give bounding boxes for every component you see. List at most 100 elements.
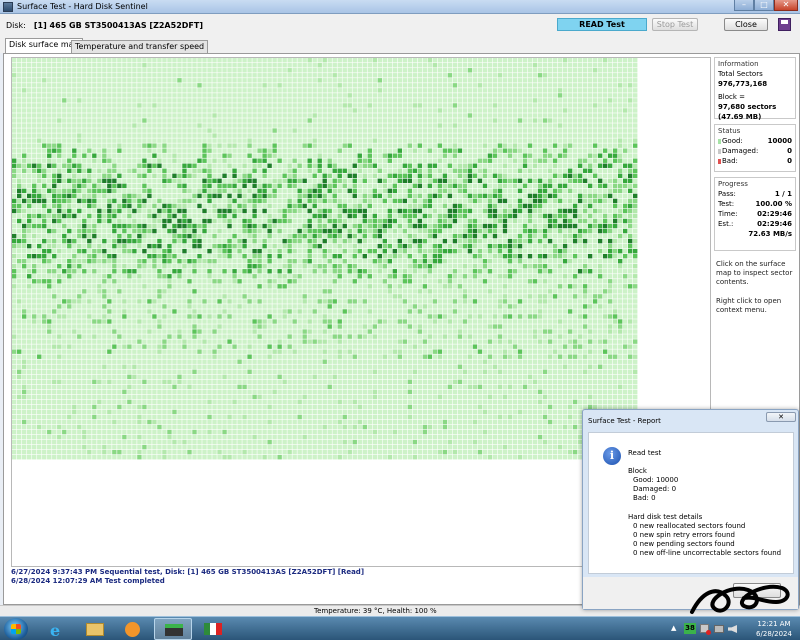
sector-block (382, 168, 387, 173)
sector-block (207, 193, 212, 199)
sector-block (407, 153, 413, 158)
sector-block (522, 183, 528, 189)
sector-block (517, 223, 523, 229)
surface-map-svg[interactable] (12, 58, 638, 460)
sector-block (32, 78, 37, 83)
save-icon[interactable] (778, 18, 791, 31)
close-button[interactable]: Close (724, 18, 768, 31)
sector-block (342, 123, 347, 128)
sector-block (602, 133, 608, 138)
sector-block (297, 173, 302, 179)
sector-block (377, 218, 382, 224)
sector-block (272, 58, 277, 63)
sector-block (567, 218, 573, 224)
sector-block (592, 208, 598, 214)
sector-block (517, 138, 523, 143)
sector-block (347, 218, 352, 224)
sector-block (552, 93, 558, 98)
sector-block (227, 68, 232, 73)
disk-selector[interactable]: Disk: [1] 465 GB ST3500413AS [Z2A52DFT] (6, 21, 203, 30)
sector-block (157, 218, 162, 224)
sector-block (32, 88, 37, 93)
sector-block (207, 223, 212, 229)
sector-block (42, 118, 47, 123)
sector-block (517, 128, 523, 133)
sector-block (532, 198, 538, 204)
sector-block (367, 213, 372, 219)
window-close-button[interactable]: ✕ (774, 0, 798, 11)
sector-block (417, 213, 423, 219)
sector-block (502, 178, 508, 184)
sector-block (622, 93, 628, 98)
sector-block (377, 153, 382, 158)
sector-block (87, 173, 92, 179)
sector-block (167, 208, 172, 214)
sector-block (157, 63, 162, 68)
sector-block (312, 168, 317, 173)
sector-block (272, 73, 277, 78)
sector-block (317, 183, 322, 189)
sector-block (462, 58, 468, 63)
sector-block (332, 168, 337, 173)
sector-block (147, 73, 152, 78)
minimize-button[interactable]: – (734, 0, 754, 11)
sector-block (152, 223, 157, 229)
sector-block (132, 243, 137, 249)
sector-block (167, 213, 172, 219)
sector-block (617, 98, 623, 103)
sector-block (557, 183, 563, 189)
sector-block (162, 83, 167, 88)
sector-block (102, 248, 107, 254)
sector-block (477, 138, 483, 143)
sector-block (247, 238, 252, 244)
tab-temperature-transfer[interactable]: Temperature and transfer speed (71, 40, 209, 53)
sector-block (422, 83, 428, 88)
sector-block (432, 248, 438, 254)
maximize-button[interactable]: □ (754, 0, 774, 11)
stop-test-button[interactable]: Stop Test (652, 18, 698, 31)
sector-block (172, 188, 177, 194)
sector-block (182, 183, 187, 189)
sector-block (137, 193, 142, 199)
sector-block (627, 223, 633, 229)
sector-block (402, 93, 408, 98)
sector-block (177, 128, 182, 133)
sector-block (277, 98, 282, 103)
sector-block (282, 158, 287, 163)
sector-block (147, 178, 152, 184)
sector-block (22, 198, 27, 204)
sector-block (262, 188, 267, 194)
sector-block (522, 118, 528, 123)
sector-block (182, 108, 187, 113)
sector-block (542, 238, 548, 244)
sector-block (312, 58, 317, 63)
sector-block (467, 63, 473, 68)
sector-block (322, 243, 327, 249)
sector-block (197, 113, 202, 118)
sector-block (397, 223, 403, 229)
sector-block (382, 233, 387, 239)
sector-block (477, 203, 483, 209)
sector-block (302, 138, 307, 143)
sector-block (532, 183, 538, 189)
sector-block (457, 123, 463, 128)
sector-block (607, 168, 613, 173)
sector-block (422, 133, 428, 138)
sector-block (547, 193, 553, 199)
sector-block (177, 78, 182, 83)
sector-block (247, 78, 252, 83)
sector-block (472, 143, 478, 148)
sector-block (352, 198, 357, 204)
sector-block (632, 168, 638, 173)
sector-block (387, 98, 393, 103)
surface-map[interactable] (12, 58, 638, 460)
sector-block (517, 218, 523, 224)
sector-block (457, 183, 463, 189)
sector-block (587, 138, 593, 143)
sector-block (582, 198, 588, 204)
sector-block (607, 228, 613, 234)
sector-block (327, 103, 332, 108)
sector-block (262, 103, 267, 108)
sector-block (372, 143, 377, 148)
sector-block (72, 163, 77, 168)
